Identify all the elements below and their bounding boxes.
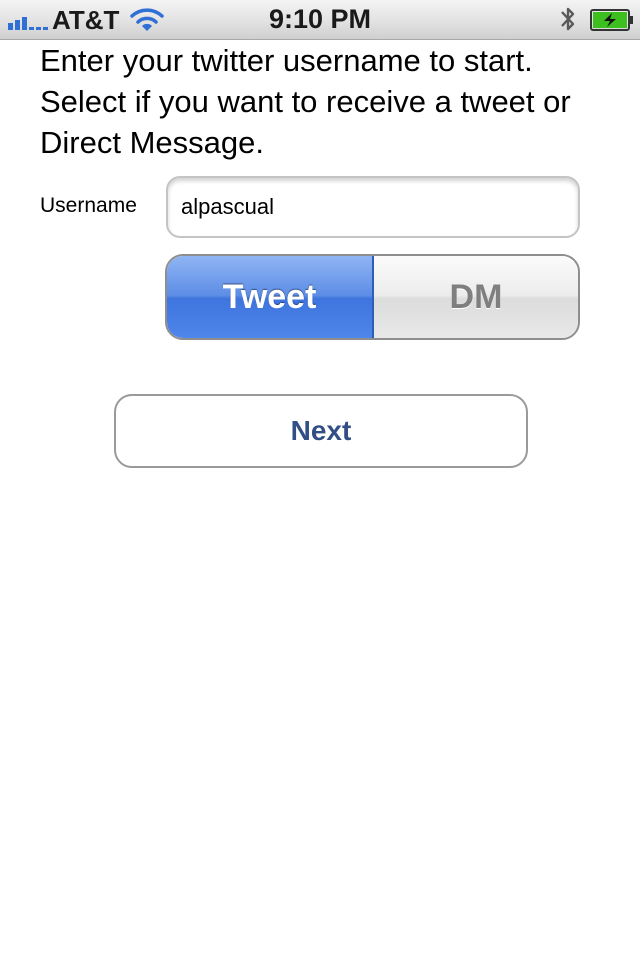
bluetooth-icon xyxy=(561,7,575,31)
tweet-dm-segmented-control: Tweet DM xyxy=(165,254,580,340)
next-button[interactable]: Next xyxy=(114,394,528,468)
segment-tweet[interactable]: Tweet xyxy=(167,256,374,338)
status-time: 9:10 PM xyxy=(268,4,372,34)
username-label: Username xyxy=(40,194,137,217)
app-screen: AT&T 9:10 PM Enter your twitter username… xyxy=(0,0,640,960)
instructions-text: Enter your twitter username to start. Se… xyxy=(40,43,571,160)
battery-charging-icon xyxy=(590,9,633,31)
username-input[interactable] xyxy=(166,176,580,238)
segment-dm[interactable]: DM xyxy=(374,256,578,338)
status-bar: AT&T 9:10 PM xyxy=(0,0,640,40)
